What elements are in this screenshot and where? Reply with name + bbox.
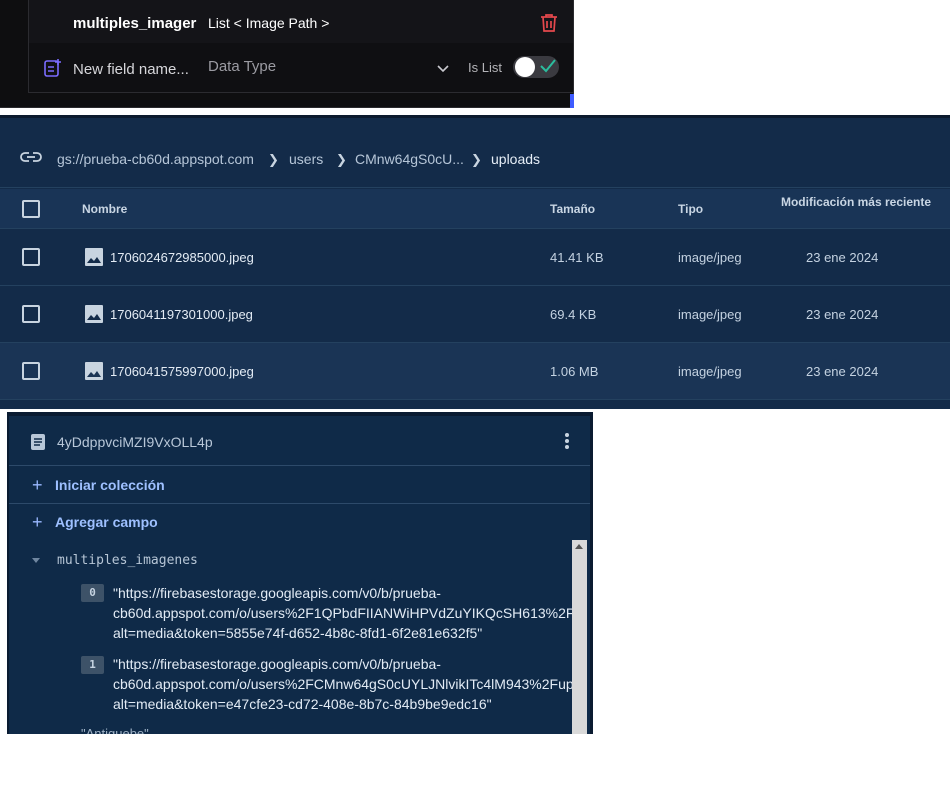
plus-icon: +: [32, 512, 43, 532]
breadcrumb: gs://prueba-cb60d.appspot.com ❯ users ❯ …: [0, 118, 950, 188]
file-name[interactable]: 1706024672985000.jpeg: [110, 250, 254, 265]
table-header: Nombre Tamaño Tipo Modificación más reci…: [0, 189, 950, 229]
new-field-row: Data Type Is List: [28, 43, 574, 93]
row-checkbox[interactable]: [22, 248, 40, 266]
array-value-line: "https://firebasestorage.googleapis.com/…: [113, 656, 441, 672]
is-list-label: Is List: [468, 60, 502, 75]
column-modified[interactable]: Modificación más reciente: [780, 195, 932, 209]
array-value-line: alt=media&token=e47cfe23-cd72-408e-8b7c-…: [113, 696, 492, 712]
breadcrumb-user-id[interactable]: CMnw64gS0cU...: [355, 151, 464, 167]
accent-strip: [570, 94, 574, 108]
file-type: image/jpeg: [678, 364, 742, 379]
file-modified: 23 ene 2024: [806, 364, 879, 379]
panel-border: [0, 107, 574, 108]
array-value-line: cb60d.appspot.com/o/users%2F1QPbdFIIANWi…: [113, 605, 583, 621]
field-key[interactable]: multiples_imagenes: [57, 553, 198, 568]
array-index-badge: 0: [81, 584, 104, 602]
schema-field-row[interactable]: multiples_imager List < Image Path >: [28, 0, 574, 44]
array-value-line: "https://firebasestorage.googleapis.com/…: [113, 585, 441, 601]
image-file-icon: [85, 248, 103, 271]
start-collection-label: Iniciar colección: [55, 477, 165, 493]
chevron-right-icon: ❯: [336, 152, 347, 167]
data-type-placeholder: Data Type: [208, 58, 277, 75]
file-name[interactable]: 1706041575997000.jpeg: [110, 364, 254, 379]
field-name: multiples_imager: [73, 15, 197, 32]
row-checkbox[interactable]: [22, 305, 40, 323]
document-header: 4yDdppvciMZI9VxOLL4p: [9, 416, 590, 466]
add-field-button[interactable]: + Agregar campo: [9, 504, 590, 541]
scrollbar[interactable]: [572, 540, 587, 734]
breadcrumb-users[interactable]: users: [289, 151, 323, 167]
chevron-down-icon: [436, 61, 450, 78]
array-value-line: alt=media&token=5855e74f-d652-4b8c-8fd1-…: [113, 625, 483, 641]
check-icon[interactable]: [539, 58, 557, 79]
row-checkbox[interactable]: [22, 362, 40, 380]
breadcrumb-uploads: uploads: [491, 151, 541, 167]
new-field-name-input[interactable]: [73, 58, 197, 80]
panel-border: [573, 0, 574, 108]
column-type[interactable]: Tipo: [678, 202, 703, 216]
collapse-caret-icon[interactable]: [32, 558, 40, 563]
file-size: 41.41 KB: [550, 250, 604, 265]
plus-icon: +: [32, 475, 43, 495]
column-size[interactable]: Tamaño: [550, 202, 595, 216]
document-icon: [31, 434, 45, 455]
table-row[interactable]: 1706041575997000.jpeg 1.06 MB image/jpeg…: [0, 343, 950, 400]
is-list-toggle[interactable]: [513, 56, 559, 78]
field-type: List < Image Path >: [208, 15, 330, 31]
file-size: 1.06 MB: [550, 364, 599, 379]
column-name[interactable]: Nombre: [82, 202, 127, 216]
add-field-label: Agregar campo: [55, 514, 158, 530]
table-row[interactable]: 1706024672985000.jpeg 41.41 KB image/jpe…: [0, 229, 950, 286]
array-index-badge: 1: [81, 656, 104, 674]
toggle-knob: [515, 57, 535, 77]
image-file-icon: [85, 362, 103, 385]
data-type-select[interactable]: Data Type: [208, 58, 458, 80]
scroll-up-arrow-icon[interactable]: [575, 544, 583, 549]
file-name[interactable]: 1706041197301000.jpeg: [110, 307, 253, 322]
link-icon[interactable]: [20, 150, 42, 168]
document-id: 4yDdppvciMZI9VxOLL4p: [57, 434, 213, 450]
truncated-array-item: "Antiguebe": [81, 726, 149, 734]
table-row[interactable]: 1706041197301000.jpeg 69.4 KB image/jpeg…: [0, 286, 950, 343]
breadcrumb-bucket[interactable]: gs://prueba-cb60d.appspot.com: [57, 151, 254, 167]
flutterflow-schema-panel: multiples_imager List < Image Path > Dat…: [0, 0, 574, 108]
chevron-right-icon: ❯: [268, 152, 279, 167]
array-value-line: cb60d.appspot.com/o/users%2FCMnw64gS0cUY…: [113, 676, 574, 692]
file-modified: 23 ene 2024: [806, 250, 879, 265]
image-file-icon: [85, 305, 103, 328]
add-field-icon[interactable]: [43, 58, 63, 83]
file-type: image/jpeg: [678, 250, 742, 265]
chevron-right-icon: ❯: [471, 152, 482, 167]
select-all-checkbox[interactable]: [22, 200, 40, 218]
storage-browser-panel: gs://prueba-cb60d.appspot.com ❯ users ❯ …: [0, 115, 950, 409]
firestore-document-panel: 4yDdppvciMZI9VxOLL4p + Iniciar colección…: [7, 412, 593, 734]
file-size: 69.4 KB: [550, 307, 597, 322]
trash-icon[interactable]: [540, 13, 558, 38]
file-modified: 23 ene 2024: [806, 307, 879, 322]
more-options-icon[interactable]: [564, 432, 570, 455]
file-type: image/jpeg: [678, 307, 742, 322]
start-collection-button[interactable]: + Iniciar colección: [9, 467, 590, 504]
